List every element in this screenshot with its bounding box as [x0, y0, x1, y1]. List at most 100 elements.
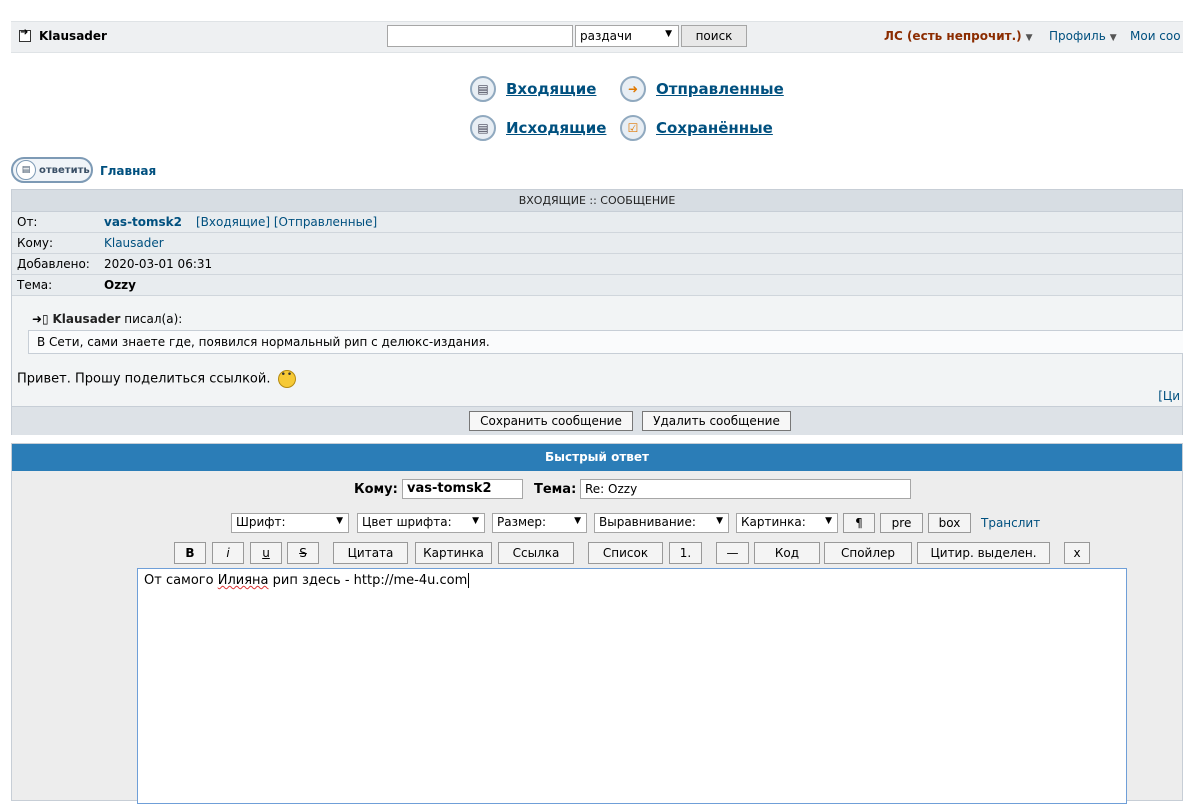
message-textarea[interactable]: От самого Илияна рип здесь - http://me-4… [137, 568, 1127, 804]
paragraph-button[interactable]: ¶ [843, 513, 875, 533]
editor-misspelled-word: Илияна [217, 573, 269, 588]
image-button[interactable]: Картинка [415, 542, 492, 564]
reply-button-label: ответить [39, 164, 90, 176]
profile-link-label: Профиль [1049, 29, 1106, 43]
code-button[interactable]: Код [754, 542, 820, 564]
list-button[interactable]: Список [588, 542, 663, 564]
font-select-value: Шрифт: [236, 515, 286, 529]
quote-box: В Сети, сами знаете где, появился нормал… [28, 330, 1183, 354]
document-icon: ▤ [470, 115, 496, 141]
chevron-down-icon[interactable]: ▼ [1110, 33, 1117, 43]
chevron-down-icon: ▼ [336, 516, 343, 526]
message-panel: ВХОДЯЩИЕ :: СООБЩЕНИЕ От: vas-tomsk2 [Вх… [11, 189, 1183, 435]
pre-button[interactable]: pre [880, 513, 923, 533]
row-date: Добавлено: 2020-03-01 06:31 [12, 254, 1182, 275]
chevron-down-icon[interactable]: ▼ [1026, 33, 1033, 43]
folder-inbox[interactable]: ▤ Входящие [470, 76, 596, 102]
date-label: Добавлено: [17, 257, 90, 271]
reply-button[interactable]: ▤ ответить [11, 157, 93, 183]
quote-header: ➜▯ Klausader писал(а): [32, 312, 182, 326]
numbered-list-button[interactable]: 1. [669, 542, 702, 564]
translit-link[interactable]: Транслит [981, 516, 1040, 530]
row-subject: Тема: Ozzy [12, 275, 1182, 296]
reply-subject-label: Тема: [534, 482, 577, 497]
font-size-select[interactable]: Размер: ▼ [492, 513, 587, 533]
to-label: Кому: [17, 236, 54, 250]
profile-link[interactable]: Профиль ▼ [1049, 29, 1117, 43]
to-user-link[interactable]: Klausader [104, 233, 164, 253]
quote-button[interactable]: Цитата [333, 542, 408, 564]
from-user-link[interactable]: vas-tomsk2 [104, 215, 182, 229]
image-select[interactable]: Картинка: ▼ [736, 513, 838, 533]
font-select[interactable]: Шрифт: ▼ [231, 513, 349, 533]
search-button[interactable]: поиск [681, 25, 747, 47]
quote-arrow-icon: ➜▯ [32, 312, 49, 326]
subject-value: Ozzy [104, 278, 136, 292]
chevron-down-icon: ▼ [574, 516, 581, 526]
folder-saved[interactable]: ☑ Сохранённые [620, 115, 773, 141]
logout-icon[interactable] [19, 27, 31, 42]
italic-button[interactable]: i [212, 542, 244, 564]
message-body: Привет. Прошу поделиться ссылкой. [17, 370, 296, 388]
message-caption: ВХОДЯЩИЕ :: СООБЩЕНИЕ [12, 190, 1182, 212]
pm-link[interactable]: ЛС (есть непрочит.) ▼ [884, 29, 1033, 43]
strike-button[interactable]: S [287, 542, 319, 564]
horizontal-rule-button[interactable]: — [716, 542, 749, 564]
row-from: От: vas-tomsk2 [Входящие] [Отправленные] [12, 212, 1182, 233]
row-to: Кому: Klausader [12, 233, 1182, 254]
quick-reply-caption: Быстрый ответ [12, 444, 1182, 471]
text-cursor [468, 573, 470, 588]
save-message-button[interactable]: Сохранить сообщение [469, 411, 633, 431]
folder-outbox-link[interactable]: Исходящие [506, 119, 606, 137]
box-button[interactable]: box [928, 513, 971, 533]
font-color-select-value: Цвет шрифта: [362, 515, 452, 529]
reply-to-label: Кому: [354, 482, 398, 497]
user-block: Klausader [19, 27, 107, 43]
arrow-right-icon: ➜ [620, 76, 646, 102]
pm-link-label: ЛС (есть непрочит.) [884, 29, 1022, 43]
reply-to-input[interactable]: vas-tomsk2 [402, 479, 523, 499]
chevron-down-icon: ▼ [665, 29, 672, 39]
home-link[interactable]: Главная [100, 164, 156, 178]
search-scope-select[interactable]: раздачи ▼ [575, 25, 679, 47]
quote-selection-button[interactable]: Цитир. выделен. [917, 542, 1050, 564]
from-folder-links[interactable]: [Входящие] [Отправленные] [196, 212, 377, 232]
date-value: 2020-03-01 06:31 [104, 257, 213, 271]
align-select[interactable]: Выравнивание: ▼ [594, 513, 729, 533]
font-size-select-value: Размер: [497, 515, 547, 529]
chevron-down-icon: ▼ [472, 516, 479, 526]
spoiler-button[interactable]: Спойлер [824, 542, 912, 564]
quick-reply-panel: Быстрый ответ Кому: vas-tomsk2 Тема: Re:… [11, 443, 1183, 804]
folder-inbox-link[interactable]: Входящие [506, 80, 596, 98]
folder-outbox[interactable]: ▤ Исходящие [470, 115, 606, 141]
smiley-icon [277, 370, 296, 388]
message-actions: Сохранить сообщение Удалить сообщение [12, 406, 1182, 435]
username[interactable]: Klausader [39, 29, 107, 43]
quote-wrote: писал(а): [124, 312, 183, 326]
editor-text-before: От самого [144, 573, 218, 588]
search-scope-value: раздачи [580, 29, 632, 43]
top-bar: Klausader раздачи ▼ поиск ЛС (есть непро… [11, 21, 1183, 53]
quote-author: Klausader [52, 312, 121, 326]
search-input[interactable] [387, 25, 573, 47]
image-select-value: Картинка: [741, 515, 806, 529]
link-button[interactable]: Ссылка [498, 542, 574, 564]
checkbox-icon: ☑ [620, 115, 646, 141]
message-body-text: Привет. Прошу поделиться ссылкой. [17, 371, 271, 387]
cut-link[interactable]: [Ци [1158, 389, 1180, 403]
folder-saved-link[interactable]: Сохранённые [656, 119, 773, 137]
close-tags-button[interactable]: x [1064, 542, 1090, 564]
bold-button[interactable]: B [174, 542, 206, 564]
folder-sent[interactable]: ➜ Отправленные [620, 76, 784, 102]
folder-sent-link[interactable]: Отправленные [656, 80, 784, 98]
subject-label: Тема: [17, 278, 53, 292]
my-messages-link[interactable]: Мои coo [1130, 29, 1181, 43]
editor-text-after: рип здесь - http://me-4u.com [268, 573, 468, 588]
chevron-down-icon: ▼ [825, 516, 832, 526]
chevron-down-icon: ▼ [716, 516, 723, 526]
delete-message-button[interactable]: Удалить сообщение [642, 411, 791, 431]
underline-button[interactable]: u [250, 542, 282, 564]
reply-subject-input[interactable]: Re: Ozzy [580, 479, 911, 499]
font-color-select[interactable]: Цвет шрифта: ▼ [357, 513, 485, 533]
document-icon: ▤ [16, 160, 36, 180]
